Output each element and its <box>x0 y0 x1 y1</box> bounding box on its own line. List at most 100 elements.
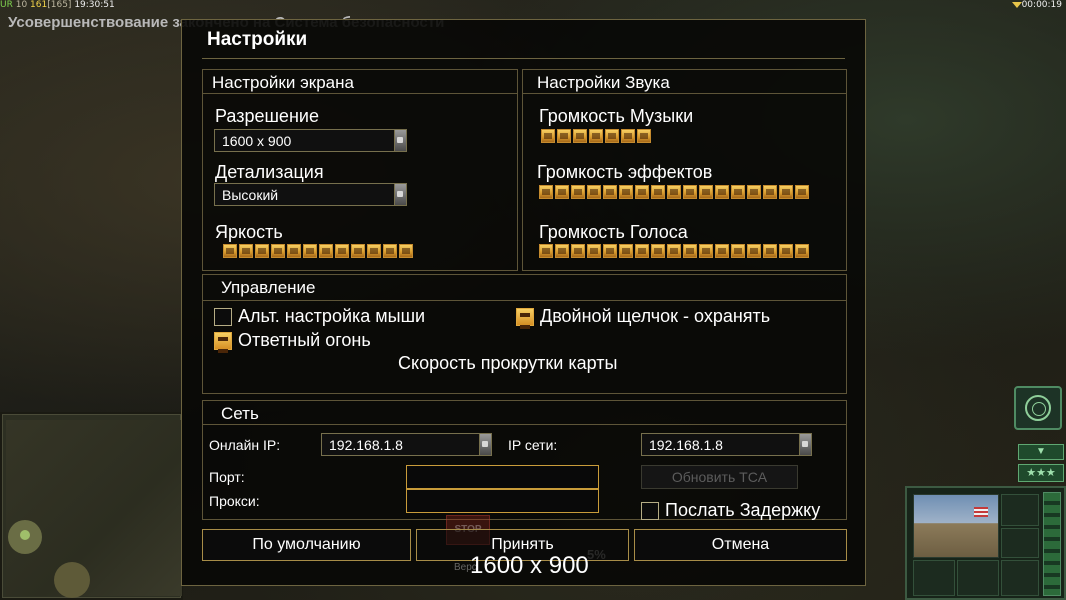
alt-mouse-option[interactable]: Альт. настройка мыши <box>214 306 425 327</box>
slider-segment[interactable] <box>635 185 649 199</box>
update-tca-button[interactable]: Обновить TCA <box>641 465 798 489</box>
slider-segment[interactable] <box>715 244 729 258</box>
slider-segment[interactable] <box>555 244 569 258</box>
slider-segment[interactable] <box>555 185 569 199</box>
slider-segment[interactable] <box>731 185 745 199</box>
port-input[interactable] <box>406 465 599 489</box>
slider-segment[interactable] <box>603 244 617 258</box>
hud-count-b: 161 <box>30 0 48 10</box>
slider-segment[interactable] <box>795 185 809 199</box>
sound-settings-header: Настройки Звука <box>523 70 846 94</box>
slider-segment[interactable] <box>619 185 633 199</box>
slider-segment[interactable] <box>539 244 553 258</box>
slider-segment[interactable] <box>573 129 587 143</box>
dialog-title: Настройки <box>207 29 308 50</box>
build-slot[interactable] <box>1001 528 1039 558</box>
slider-segment[interactable] <box>351 244 365 258</box>
detail-dropdown[interactable]: Высокий <box>214 183 407 206</box>
build-slot[interactable] <box>1001 560 1039 596</box>
dropdown-arrow-icon[interactable] <box>394 130 406 151</box>
brightness-slider[interactable] <box>223 244 413 258</box>
dropdown-arrow-icon[interactable] <box>799 434 811 455</box>
slider-segment[interactable] <box>683 244 697 258</box>
lan-ip-dropdown[interactable]: 192.168.1.8 <box>641 433 812 456</box>
slider-segment[interactable] <box>667 185 681 199</box>
cancel-button[interactable]: Отмена <box>634 529 847 561</box>
lan-ip-label: IP сети: <box>508 437 558 453</box>
slider-segment[interactable] <box>557 129 571 143</box>
slider-segment[interactable] <box>715 185 729 199</box>
hud-dropdown-arrow-icon[interactable] <box>1012 2 1022 8</box>
slider-segment[interactable] <box>287 244 301 258</box>
return-fire-checkbox[interactable] <box>214 331 232 353</box>
slider-segment[interactable] <box>763 185 777 199</box>
slider-segment[interactable] <box>303 244 317 258</box>
slider-segment[interactable] <box>335 244 349 258</box>
slider-segment[interactable] <box>699 244 713 258</box>
slider-segment[interactable] <box>621 129 635 143</box>
collapse-button[interactable]: ▼ <box>1018 444 1064 460</box>
build-slot[interactable] <box>1001 494 1039 526</box>
slider-segment[interactable] <box>539 185 553 199</box>
slider-segment[interactable] <box>763 244 777 258</box>
slider-segment[interactable] <box>779 185 793 199</box>
controls-header: Управление <box>203 275 846 301</box>
slider-segment[interactable] <box>747 244 761 258</box>
build-slot[interactable] <box>957 560 999 596</box>
alt-mouse-checkbox[interactable] <box>214 307 232 326</box>
music-volume-slider[interactable] <box>541 129 651 143</box>
slider-segment[interactable] <box>667 244 681 258</box>
minimap[interactable] <box>0 412 183 600</box>
slider-segment[interactable] <box>635 244 649 258</box>
slider-segment[interactable] <box>731 244 745 258</box>
defaults-button[interactable]: По умолчанию <box>202 529 411 561</box>
resolution-dropdown[interactable]: 1600 x 900 <box>214 129 407 152</box>
dropdown-arrow-icon[interactable] <box>394 184 406 205</box>
slider-segment[interactable] <box>541 129 555 143</box>
slider-segment[interactable] <box>637 129 651 143</box>
effects-volume-slider[interactable] <box>539 185 809 199</box>
slider-segment[interactable] <box>587 244 601 258</box>
build-slot[interactable] <box>913 560 955 596</box>
sound-settings-panel: Настройки Звука Громкость Музыки Громкос… <box>522 69 847 271</box>
slider-segment[interactable] <box>571 185 585 199</box>
slider-segment[interactable] <box>319 244 333 258</box>
voice-volume-slider[interactable] <box>539 244 809 258</box>
slider-segment[interactable] <box>603 185 617 199</box>
radar-button[interactable] <box>1014 386 1062 430</box>
proxy-input[interactable] <box>406 489 599 513</box>
return-fire-option[interactable]: Ответный огонь <box>214 330 371 353</box>
slider-segment[interactable] <box>399 244 413 258</box>
slider-segment[interactable] <box>239 244 253 258</box>
slider-segment[interactable] <box>367 244 381 258</box>
slider-segment[interactable] <box>587 185 601 199</box>
send-delay-checkbox[interactable] <box>641 501 659 520</box>
send-delay-option[interactable]: Послать Задержку <box>641 500 820 521</box>
slider-segment[interactable] <box>605 129 619 143</box>
sound-settings-title: Настройки Звука <box>537 73 670 92</box>
rank-button[interactable]: ★★★ <box>1018 464 1064 482</box>
slider-segment[interactable] <box>571 244 585 258</box>
slider-segment[interactable] <box>795 244 809 258</box>
unit-portrait[interactable] <box>913 494 999 558</box>
double-click-guard-option[interactable]: Двойной щелчок - охранять <box>516 306 770 329</box>
slider-segment[interactable] <box>589 129 603 143</box>
slider-segment[interactable] <box>619 244 633 258</box>
slider-segment[interactable] <box>683 185 697 199</box>
dropdown-arrow-icon[interactable] <box>479 434 491 455</box>
slider-segment[interactable] <box>255 244 269 258</box>
slider-segment[interactable] <box>699 185 713 199</box>
slider-segment[interactable] <box>747 185 761 199</box>
slider-segment[interactable] <box>651 185 665 199</box>
resolution-label: Разрешение <box>215 106 319 126</box>
slider-segment[interactable] <box>383 244 397 258</box>
double-click-guard-checkbox[interactable] <box>516 307 534 329</box>
online-ip-dropdown[interactable]: 192.168.1.8 <box>321 433 492 456</box>
slider-segment[interactable] <box>271 244 285 258</box>
minimap-objective-marker-icon <box>54 562 90 598</box>
slider-segment[interactable] <box>779 244 793 258</box>
display-settings-panel: Настройки экрана Разрешение 1600 x 900 Д… <box>202 69 518 271</box>
slider-segment[interactable] <box>651 244 665 258</box>
slider-segment[interactable] <box>223 244 237 258</box>
proxy-label: Прокси: <box>209 493 260 509</box>
